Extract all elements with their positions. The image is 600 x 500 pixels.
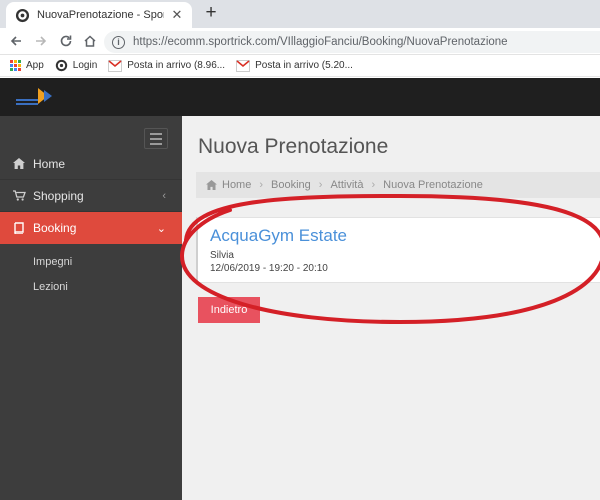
sportrick-favicon-icon bbox=[14, 7, 30, 23]
browser-tab[interactable]: NuovaPrenotazione - Sportrick S ✕ bbox=[6, 2, 192, 28]
tab-title: NuovaPrenotazione - Sportrick S bbox=[37, 9, 164, 21]
url-field[interactable]: i https://ecomm.sportrick.com/VIllaggioF… bbox=[104, 31, 600, 53]
instructor-name: Silvia bbox=[210, 250, 234, 261]
gmail-icon bbox=[108, 59, 123, 72]
breadcrumb-separator-icon: › bbox=[318, 179, 323, 191]
activity-title: AcquaGym Estate bbox=[210, 226, 348, 245]
sidebar-subitem-impegni[interactable]: Impegni bbox=[33, 256, 72, 268]
bookmark-label: Login bbox=[72, 60, 98, 71]
info-icon[interactable]: i bbox=[112, 35, 125, 49]
bookmark-inbox-1[interactable]: Posta in arrivo (8.96... bbox=[108, 59, 226, 72]
sidebar-item-booking[interactable]: Booking ⌄ bbox=[0, 212, 190, 244]
home-icon bbox=[13, 158, 27, 169]
app-header bbox=[0, 78, 600, 116]
chevron-left-icon: ‹ bbox=[162, 189, 166, 202]
breadcrumb-separator-icon: › bbox=[371, 179, 376, 191]
page-title: Nuova Prenotazione bbox=[198, 135, 389, 158]
sidebar-item-label: Home bbox=[33, 156, 66, 171]
bookmark-label: Posta in arrivo (8.96... bbox=[127, 60, 226, 71]
breadcrumb-booking[interactable]: Booking bbox=[271, 179, 311, 191]
home-icon[interactable] bbox=[80, 31, 100, 51]
breadcrumb: Home › Booking › Attività › Nuova Prenot… bbox=[196, 172, 600, 198]
chevron-down-icon: ⌄ bbox=[156, 222, 166, 235]
reload-icon[interactable] bbox=[56, 31, 76, 51]
bookmark-apps[interactable]: App bbox=[10, 60, 44, 71]
breadcrumb-current: Nuova Prenotazione bbox=[383, 179, 483, 191]
back-button[interactable]: Indietro bbox=[198, 297, 260, 323]
bookmark-label: Posta in arrivo (5.20... bbox=[255, 60, 353, 71]
booking-card: AcquaGym Estate Silvia 12/06/2019 - 19:2… bbox=[196, 217, 600, 283]
sidebar-subitem-lezioni[interactable]: Lezioni bbox=[33, 281, 68, 293]
breadcrumb-home[interactable]: Home bbox=[222, 179, 251, 191]
sidebar: Home Shopping ‹ Booking ⌄ Impegni Lezion… bbox=[0, 116, 190, 500]
close-tab-icon[interactable]: ✕ bbox=[170, 7, 184, 23]
book-icon bbox=[13, 222, 27, 234]
sidebar-item-label: Shopping bbox=[33, 188, 84, 203]
shopping-cart-icon bbox=[13, 190, 27, 201]
home-icon bbox=[206, 180, 217, 190]
forward-arrow-icon[interactable] bbox=[31, 31, 51, 51]
sportrick-favicon-icon bbox=[55, 59, 68, 72]
back-arrow-icon[interactable] bbox=[6, 31, 26, 51]
breadcrumb-separator-icon: › bbox=[259, 179, 264, 191]
sidebar-item-shopping[interactable]: Shopping ‹ bbox=[0, 180, 182, 212]
breadcrumb-attivita[interactable]: Attività bbox=[330, 179, 363, 191]
apps-grid-icon bbox=[10, 60, 21, 71]
gmail-icon bbox=[236, 59, 251, 72]
bookmark-login[interactable]: Login bbox=[55, 59, 97, 72]
sidebar-item-home[interactable]: Home bbox=[0, 148, 182, 180]
main-content: Nuova Prenotazione Home › Booking › Atti… bbox=[182, 116, 600, 500]
url-text: https://ecomm.sportrick.com/VIllaggioFan… bbox=[133, 36, 508, 48]
villaggio-logo[interactable] bbox=[14, 86, 54, 110]
bookmark-inbox-2[interactable]: Posta in arrivo (5.20... bbox=[236, 59, 353, 72]
new-tab-icon[interactable]: + bbox=[201, 3, 221, 23]
sidebar-item-label: Booking bbox=[33, 221, 77, 235]
browser-tab-strip: NuovaPrenotazione - Sportrick S ✕ + bbox=[0, 0, 600, 28]
bookmark-label: App bbox=[26, 60, 44, 71]
sidebar-toggle-button[interactable] bbox=[144, 128, 168, 149]
booking-datetime: 12/06/2019 - 19:20 - 20:10 bbox=[210, 263, 328, 274]
bookmarks-bar: App Login Posta in arrivo (8.96... Posta… bbox=[0, 55, 600, 77]
address-bar-row: i https://ecomm.sportrick.com/VIllaggioF… bbox=[0, 28, 600, 55]
